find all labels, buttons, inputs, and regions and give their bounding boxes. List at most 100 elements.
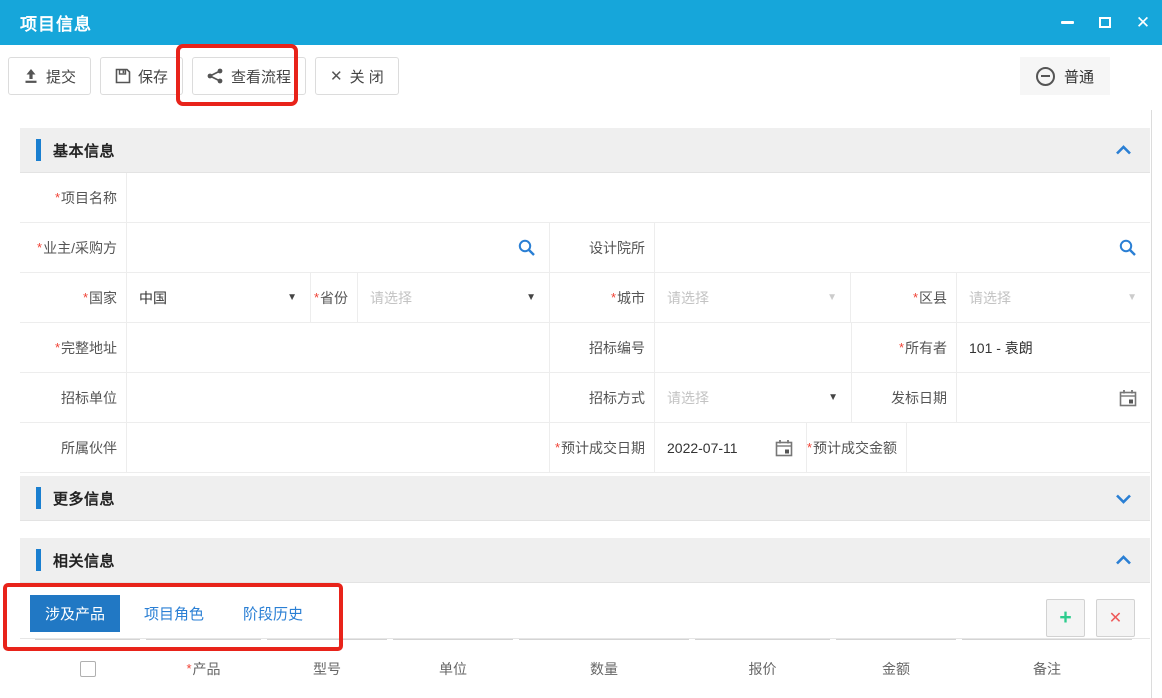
country-select[interactable]: 中国 — [127, 273, 311, 322]
required-mark: * — [314, 290, 319, 305]
window-titlebar: 项目信息 ✕ — [0, 0, 1162, 45]
upload-icon — [23, 68, 39, 84]
partner-input[interactable] — [127, 423, 550, 472]
close-icon: ✕ — [1136, 14, 1150, 31]
owner-buyer-lookup[interactable] — [127, 223, 550, 272]
section-accent-bar — [36, 139, 41, 161]
close-form-button[interactable]: ✕ 关 闭 — [315, 57, 399, 95]
select-all-cell — [35, 639, 140, 697]
minimize-icon — [1061, 21, 1074, 24]
minus-circle-icon — [1036, 67, 1055, 86]
search-icon[interactable] — [517, 238, 536, 257]
col-model: 型号 — [267, 639, 387, 697]
full-address-label: *完整地址 — [20, 323, 127, 372]
expected-close-date-label: *预计成交日期 — [550, 423, 655, 472]
required-mark: * — [186, 661, 191, 676]
priority-label: 普通 — [1064, 66, 1094, 87]
x-icon: ✕ — [330, 69, 343, 84]
priority-button[interactable]: 普通 — [1020, 57, 1110, 95]
col-amount: 金额 — [836, 639, 956, 697]
section-more-title: 更多信息 — [53, 488, 115, 509]
district-select[interactable]: 请选择 — [957, 273, 1150, 322]
province-select[interactable]: 请选择 — [358, 273, 550, 322]
full-address-input[interactable] — [127, 323, 550, 372]
expected-close-date-picker[interactable]: 2022-07-11 — [655, 423, 807, 472]
city-label: *城市 — [550, 273, 655, 322]
maximize-button[interactable] — [1098, 16, 1112, 30]
expected-amount-input[interactable] — [907, 423, 1150, 472]
district-label: *区县 — [851, 273, 957, 322]
submit-button[interactable]: 提交 — [8, 57, 91, 95]
close-form-label: 关 闭 — [350, 66, 384, 87]
bid-number-input[interactable] — [655, 323, 852, 372]
tabs: 涉及产品 项目角色 阶段历史 — [30, 595, 318, 632]
col-unit: 单位 — [393, 639, 513, 697]
project-form: 基本信息 *项目名称 *业主/采购方 设计院所 *国家 中国 *省份 请选择 *… — [20, 128, 1150, 697]
design-institute-lookup[interactable] — [655, 223, 1150, 272]
section-accent-bar — [36, 549, 41, 571]
tab-project-roles[interactable]: 项目角色 — [129, 595, 219, 632]
chevron-up-icon — [1115, 555, 1132, 566]
collapse-related-button[interactable] — [1115, 555, 1132, 566]
required-mark: * — [55, 190, 60, 205]
owner-value[interactable]: 101 - 袁朗 — [957, 323, 1150, 372]
country-label: *国家 — [20, 273, 127, 322]
bid-unit-input[interactable] — [127, 373, 550, 422]
delete-row-button[interactable] — [1096, 599, 1135, 637]
add-row-button[interactable] — [1046, 599, 1085, 637]
section-accent-bar — [36, 487, 41, 509]
bid-method-label: 招标方式 — [550, 373, 655, 422]
save-label: 保存 — [138, 66, 168, 87]
city-select[interactable]: 请选择 — [655, 273, 851, 322]
tab-involved-products[interactable]: 涉及产品 — [30, 595, 120, 632]
partner-label: 所属伙伴 — [20, 423, 127, 472]
required-mark: * — [611, 290, 616, 305]
owner-buyer-label: *业主/采购方 — [20, 223, 127, 272]
tab-stage-history[interactable]: 阶段历史 — [228, 595, 318, 632]
search-icon[interactable] — [1118, 238, 1137, 257]
required-mark: * — [913, 290, 918, 305]
expand-more-button[interactable] — [1115, 493, 1132, 504]
products-table-header: *产品 型号 单位 数量 报价 金额 备注 — [20, 639, 1150, 697]
window-title: 项目信息 — [20, 10, 92, 35]
province-label: *省份 — [311, 273, 358, 322]
bid-number-label: 招标编号 — [550, 323, 655, 372]
expected-amount-label: *预计成交金额 — [807, 423, 907, 472]
col-remark: 备注 — [962, 639, 1132, 697]
view-process-button[interactable]: 查看流程 — [192, 57, 306, 95]
minimize-button[interactable] — [1060, 16, 1074, 30]
section-related-title: 相关信息 — [53, 550, 115, 571]
calendar-icon[interactable] — [1119, 389, 1137, 407]
col-quote: 报价 — [695, 639, 830, 697]
bid-unit-label: 招标单位 — [20, 373, 127, 422]
select-all-checkbox[interactable] — [80, 661, 96, 677]
section-related-info: 相关信息 — [20, 538, 1150, 583]
bid-release-date-picker[interactable] — [957, 373, 1150, 422]
related-info-tabbar: 涉及产品 项目角色 阶段历史 — [20, 583, 1150, 639]
bid-release-date-label: 发标日期 — [852, 373, 957, 422]
chevron-down-icon — [1115, 493, 1132, 504]
bid-method-select[interactable]: 请选择 — [655, 373, 852, 422]
row-address: *完整地址 招标编号 *所有者 101 - 袁朗 — [20, 323, 1150, 373]
toolbar: 提交 保存 查看流程 ✕ 关 闭 普通 — [0, 45, 1162, 107]
owner-label: *所有者 — [852, 323, 957, 372]
section-more-info: 更多信息 — [20, 476, 1150, 521]
required-mark: * — [37, 240, 42, 255]
collapse-basic-button[interactable] — [1115, 145, 1132, 156]
grid-actions — [1046, 599, 1135, 637]
window-controls: ✕ — [1060, 16, 1152, 30]
close-window-button[interactable]: ✕ — [1136, 16, 1150, 30]
calendar-icon[interactable] — [775, 439, 793, 457]
project-name-input[interactable] — [127, 173, 1150, 222]
col-quantity: 数量 — [519, 639, 689, 697]
section-basic-title: 基本信息 — [53, 140, 115, 161]
save-button[interactable]: 保存 — [100, 57, 183, 95]
row-project-name: *项目名称 — [20, 173, 1150, 223]
scrollbar-track[interactable] — [1151, 110, 1162, 698]
col-product: *产品 — [146, 639, 261, 697]
row-bidding: 招标单位 招标方式 请选择 发标日期 — [20, 373, 1150, 423]
maximize-icon — [1099, 17, 1111, 28]
submit-label: 提交 — [46, 66, 76, 87]
row-partner-forecast: 所属伙伴 *预计成交日期 2022-07-11 *预计成交金额 — [20, 423, 1150, 473]
project-name-label: *项目名称 — [20, 173, 127, 222]
